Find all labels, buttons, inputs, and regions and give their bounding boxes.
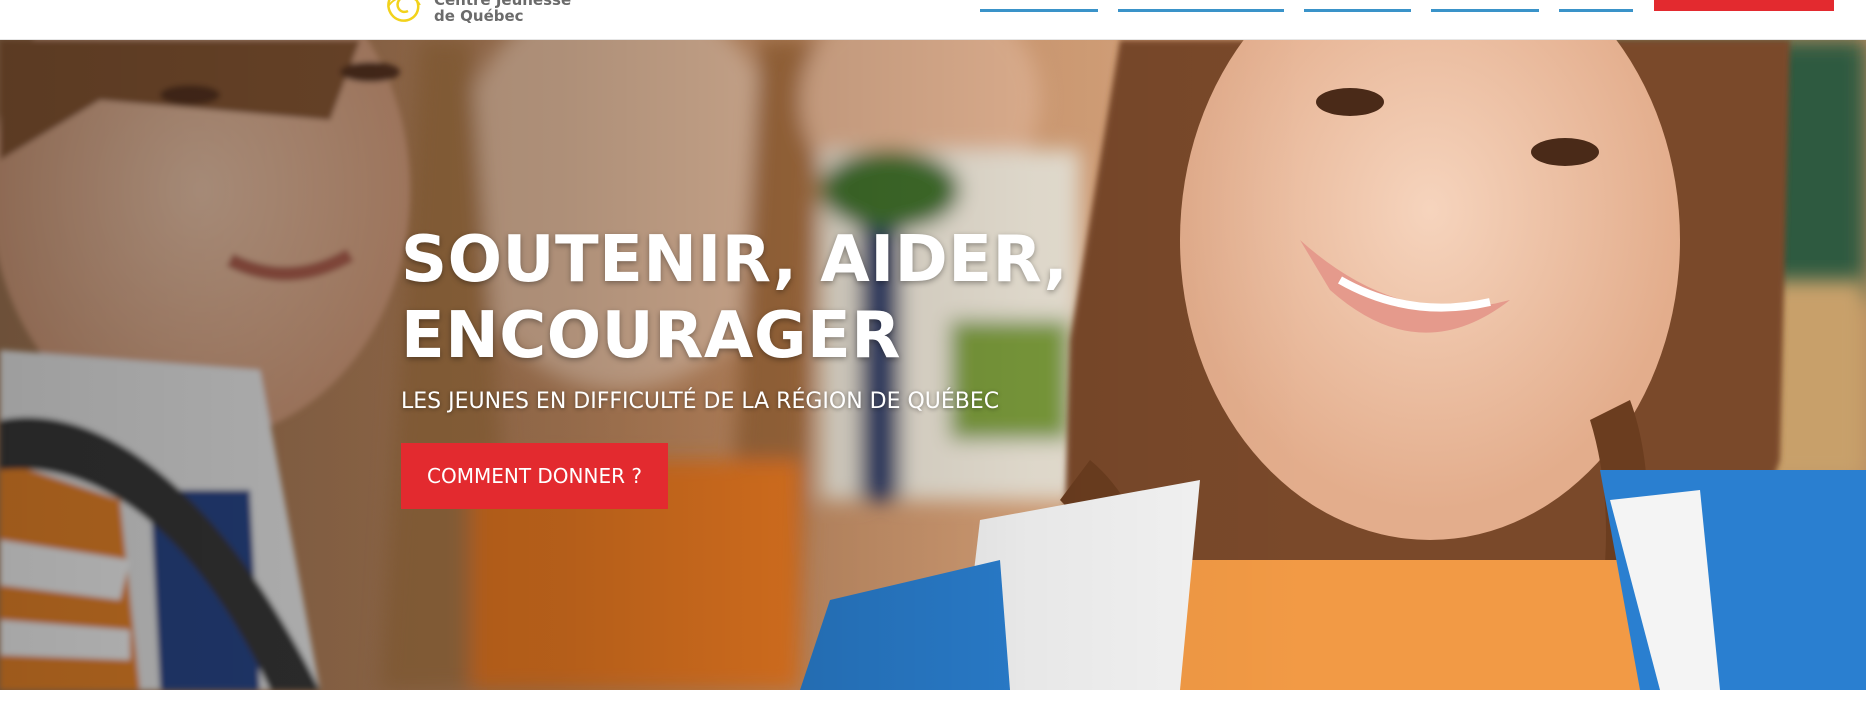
hero-title: SOUTENIR, AIDER, ENCOURAGER <box>401 222 1161 374</box>
hero-title-line-2: ENCOURAGER <box>401 299 901 373</box>
nav-item-3[interactable] <box>1304 0 1411 12</box>
swirl-logo-icon <box>380 0 426 31</box>
main-nav <box>980 0 1633 14</box>
how-to-donate-button[interactable]: COMMENT DONNER ? <box>401 443 668 509</box>
logo-line-2: de Québec <box>434 7 524 25</box>
hero-subtitle: LES JEUNES EN DIFFICULTÉ DE LA RÉGION DE… <box>401 389 1000 414</box>
logo-text: Centre Jeunesse de Québec <box>434 0 571 24</box>
header-donate-button[interactable] <box>1654 0 1834 11</box>
page: Centre Jeunesse de Québec SOUTENIR, AIDE… <box>0 0 1866 723</box>
site-header: Centre Jeunesse de Québec <box>0 0 1866 40</box>
hero-banner: SOUTENIR, AIDER, ENCOURAGER LES JEUNES E… <box>0 40 1866 690</box>
hero-title-line-1: SOUTENIR, AIDER, <box>401 223 1069 297</box>
nav-item-5[interactable] <box>1559 0 1633 12</box>
nav-item-2[interactable] <box>1118 0 1284 12</box>
nav-item-1[interactable] <box>980 0 1098 12</box>
site-logo[interactable]: Centre Jeunesse de Québec <box>380 0 571 28</box>
nav-item-4[interactable] <box>1431 0 1539 12</box>
hero-content: SOUTENIR, AIDER, ENCOURAGER LES JEUNES E… <box>401 222 1161 509</box>
